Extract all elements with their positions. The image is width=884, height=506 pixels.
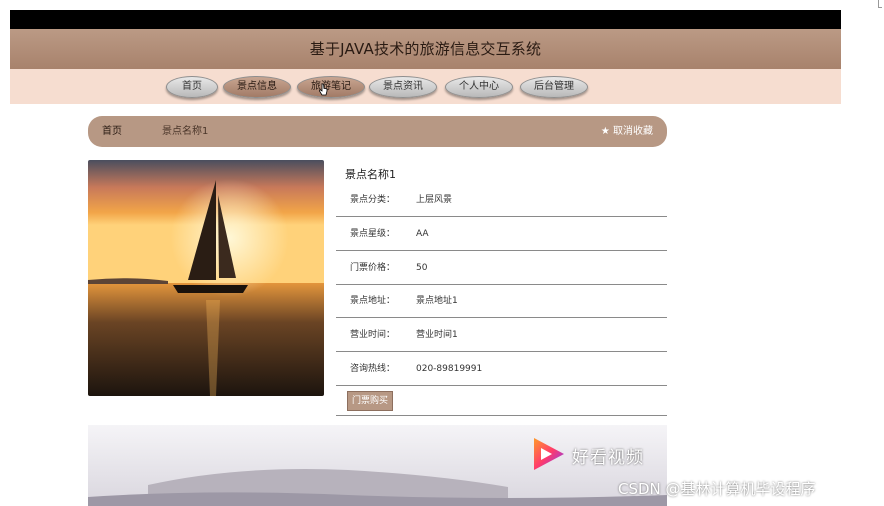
nav-admin[interactable]: 后台管理 xyxy=(520,76,588,98)
favorite-label: 取消收藏 xyxy=(613,126,653,137)
nav-travel-notes[interactable]: 旅游笔记 xyxy=(297,76,365,98)
site-title: 基于JAVA技术的旅游信息交互系统 xyxy=(309,40,542,58)
field-label: 营业时间： xyxy=(349,330,395,340)
field-value: 景点地址1 xyxy=(416,296,458,306)
field-label: 景点分类： xyxy=(349,195,395,205)
field-address: 景点地址： 景点地址1 xyxy=(336,284,667,318)
main-nav: 首页 景点信息 旅游笔记 景点资讯 个人中心 后台管理 xyxy=(10,69,841,104)
field-value: AA xyxy=(416,229,429,239)
field-rating: 景点星级： AA xyxy=(336,217,667,251)
nav-attractions[interactable]: 景点信息 xyxy=(223,76,291,98)
buy-row: 门票购买 xyxy=(336,386,667,416)
field-category: 景点分类： 上层风景 xyxy=(336,183,667,217)
field-label: 门票价格： xyxy=(349,263,395,273)
scroll-corner-mark xyxy=(878,0,882,8)
breadcrumb-current: 景点名称1 xyxy=(162,126,209,137)
nav-home[interactable]: 首页 xyxy=(166,76,218,98)
field-value: 营业时间1 xyxy=(416,330,458,340)
field-label: 景点地址： xyxy=(349,296,395,306)
field-value: 020-89819991 xyxy=(416,364,483,374)
star-icon: ★ xyxy=(600,126,610,137)
field-hours: 营业时间： 营业时间1 xyxy=(336,318,667,352)
field-label: 景点星级： xyxy=(349,229,395,239)
nav-news[interactable]: 景点资讯 xyxy=(369,76,437,98)
field-label: 咨询热线： xyxy=(349,364,395,374)
nav-profile[interactable]: 个人中心 xyxy=(445,76,513,98)
attraction-photo xyxy=(88,160,324,396)
field-value: 上层风景 xyxy=(416,195,453,205)
attraction-name: 景点名称1 xyxy=(345,168,396,181)
favorite-toggle[interactable]: ★ 取消收藏 xyxy=(601,116,653,147)
field-value: 50 xyxy=(416,263,428,273)
video-watermark-text: 好看视频 xyxy=(572,448,644,468)
csdn-watermark: CSDN @基林计算机毕设程序 xyxy=(618,480,816,498)
buy-ticket-button[interactable]: 门票购买 xyxy=(347,391,393,411)
breadcrumb-home[interactable]: 首页 xyxy=(102,116,122,147)
hand-cursor-icon xyxy=(319,83,328,96)
breadcrumb: 首页 景点名称1 ★ 取消收藏 xyxy=(88,116,667,147)
field-price: 门票价格： 50 xyxy=(336,251,667,285)
field-hotline: 咨询热线： 020-89819991 xyxy=(336,352,667,386)
site-header: 基于JAVA技术的旅游信息交互系统 xyxy=(10,29,841,69)
top-black-bar xyxy=(10,10,841,29)
